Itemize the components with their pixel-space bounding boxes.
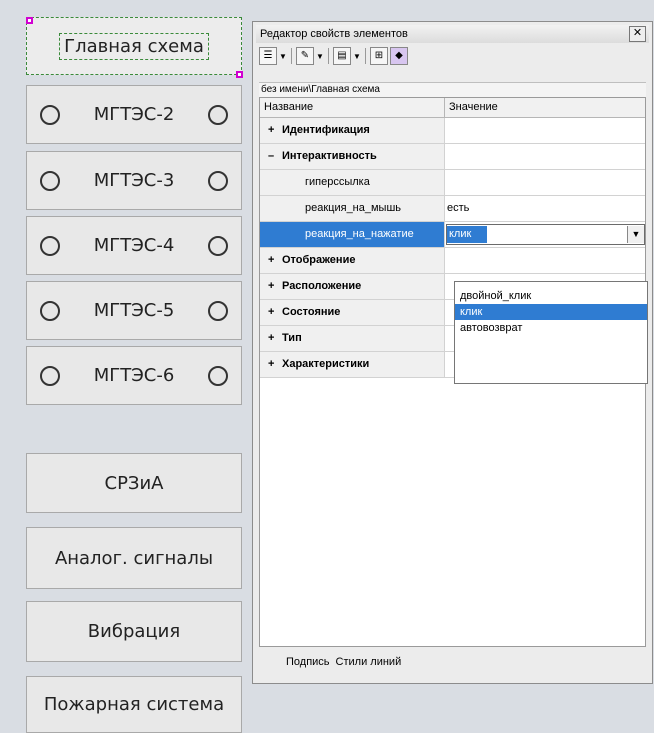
vibration-button[interactable]: Вибрация [26,601,242,662]
selection-handle-bottom-right[interactable] [236,71,243,78]
property-row-mouse-reaction[interactable]: реакция_на_мышь есть [260,196,645,222]
chevron-down-icon[interactable]: ▼ [627,226,644,243]
chevron-down-icon[interactable]: ▼ [279,52,287,61]
station-label: МГТЭС-3 [93,170,175,191]
property-editor-window: Редактор свойств элементов ✕ ☰ ▼ ✎ ▼ ▤ ▼… [252,21,653,684]
expand-icon[interactable]: + [268,326,282,351]
status-lamp-icon [208,170,228,191]
srzia-label: СРЗиА [104,472,164,494]
selection-handle-top-left[interactable] [26,17,33,24]
property-row-click-reaction[interactable]: реакция_на_нажатие клик ▼ [260,222,645,248]
column-header-name: Название [260,98,445,117]
window-title-bar[interactable]: Редактор свойств элементов ✕ [256,25,649,43]
window-title: Редактор свойств элементов [260,28,408,40]
editor-bottom-tabs: Подпись Стили линий [286,656,401,668]
analog-signals-label: Аналог. сигналы [54,547,214,569]
main-scheme-label: Главная схема [59,32,209,60]
dropdown-option-click[interactable]: клик [455,304,647,320]
category-row-identification[interactable]: + Идентификация [260,118,645,144]
toolbar-separator [291,48,292,64]
collapse-icon[interactable]: – [268,144,282,169]
status-lamp-icon [208,104,228,125]
property-value-mouse-reaction[interactable]: есть [445,196,645,221]
category-row-display[interactable]: + Отображение [260,248,645,274]
status-lamp-icon [208,365,228,386]
status-lamp-icon [40,300,60,321]
station-button-mgtes-3[interactable]: МГТЭС-3 [26,151,242,210]
expand-icon[interactable]: + [268,274,282,299]
tree-add-icon[interactable]: ⊞ [370,47,388,65]
tab-caption[interactable]: Подпись [286,656,330,668]
srzia-button[interactable]: СРЗиА [26,453,242,513]
toolbar-separator [365,48,366,64]
grid-header: Название Значение [260,98,645,118]
station-button-mgtes-2[interactable]: МГТЭС-2 [26,85,242,144]
station-button-mgtes-4[interactable]: МГТЭС-4 [26,216,242,275]
station-button-mgtes-6[interactable]: МГТЭС-6 [26,346,242,405]
status-lamp-icon [40,235,60,256]
expand-icon[interactable]: + [268,352,282,377]
expand-icon[interactable]: + [268,248,282,273]
vibration-label: Вибрация [87,621,181,642]
property-grid: Название Значение + Идентификация – Интера… [259,97,648,647]
station-label: МГТЭС-2 [93,104,175,125]
station-label: МГТЭС-5 [93,300,175,321]
station-label: МГТЭС-6 [93,365,175,386]
object-path: без имени\Главная схема [259,82,646,97]
dropdown-option-double-click[interactable]: двойной_клик [455,288,647,304]
property-value-hyperlink[interactable] [445,170,645,195]
tab-line-styles[interactable]: Стили линий [336,656,402,668]
property-row-hyperlink[interactable]: гиперссылка [260,170,645,196]
editor-toolbar: ☰ ▼ ✎ ▼ ▤ ▼ ⊞ ◆ [259,46,408,66]
list-view-icon[interactable]: ☰ [259,47,277,65]
click-reaction-combobox[interactable]: клик ▼ [446,224,645,245]
station-label: МГТЭС-4 [93,235,175,256]
status-lamp-icon [208,300,228,321]
click-reaction-dropdown-list: двойной_клик клик автовозврат [454,281,648,384]
tag-icon[interactable]: ✎ [296,47,314,65]
expand-icon[interactable]: + [268,300,282,325]
fire-system-label: Пожарная система [43,694,225,715]
category-row-interactivity[interactable]: – Интерактивность [260,144,645,170]
station-button-mgtes-5[interactable]: МГТЭС-5 [26,281,242,340]
main-scheme-button[interactable]: Главная схема [26,17,242,75]
properties-icon[interactable]: ▤ [333,47,351,65]
toolbar-separator [328,48,329,64]
chevron-down-icon[interactable]: ▼ [353,52,361,61]
status-lamp-icon [40,104,60,125]
status-lamp-icon [208,235,228,256]
fire-system-button[interactable]: Пожарная система [26,676,242,733]
status-lamp-icon [40,170,60,191]
book-icon[interactable]: ◆ [390,47,408,65]
dropdown-option-autoreturn[interactable]: автовозврат [455,320,647,336]
status-lamp-icon [40,365,60,386]
chevron-down-icon[interactable]: ▼ [316,52,324,61]
analog-signals-button[interactable]: Аналог. сигналы [26,527,242,589]
close-icon[interactable]: ✕ [629,26,646,42]
expand-icon[interactable]: + [268,118,282,143]
column-header-value: Значение [449,101,498,113]
